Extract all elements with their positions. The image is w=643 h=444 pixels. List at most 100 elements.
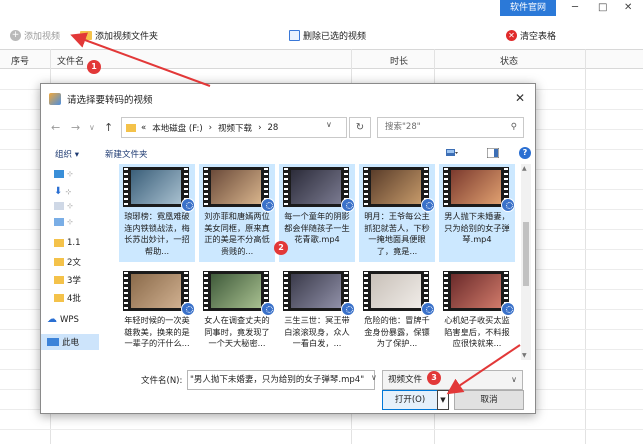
delete-selected-button[interactable]: 删除已选的视频: [289, 29, 366, 42]
filename-dropdown-icon[interactable]: ∨: [371, 373, 377, 382]
folder-icon: [54, 258, 64, 266]
video-file-item[interactable]: 刘亦菲和唐嫣两位美女同框，原来真正的美是不分高低贵贱的...: [199, 164, 275, 262]
nav-quick-pictures[interactable]: ⊹: [54, 218, 73, 226]
title-bar: 软件官网 ─ □ ✕: [0, 0, 643, 20]
address-dropdown-icon[interactable]: ∨: [326, 120, 332, 129]
recent-dropdown-icon[interactable]: ∨: [89, 123, 95, 132]
video-file-item[interactable]: 心机妃子收买太监陷害皇后，不料报应很快就来...: [439, 268, 515, 360]
video-frame: [451, 170, 501, 204]
video-file-name: 年轻时候的一次英雄救美，换来的是一辈子的汗什么...: [124, 315, 190, 348]
scroll-thumb[interactable]: [523, 222, 529, 286]
video-frame: [131, 274, 181, 308]
scroll-down-icon[interactable]: ▼: [522, 352, 527, 359]
clear-icon: ✕: [506, 30, 517, 41]
media-player-icon: [341, 198, 355, 212]
organize-menu[interactable]: 组织 ▾: [55, 148, 79, 160]
nav-quick-desktop[interactable]: ⊹: [54, 170, 73, 178]
film-strip: [204, 272, 208, 310]
filename-row: 文件名(N): "男人抛下未婚妻，只为给别的女子弹琴.mp4" ∨ 视频文件 ∨: [41, 370, 535, 390]
video-file-item[interactable]: 年轻时候的一次英雄救美，换来的是一辈子的汗什么...: [119, 268, 195, 360]
nav-folder[interactable]: 4批: [54, 292, 81, 304]
computer-icon: [47, 338, 59, 346]
film-strip: [444, 168, 448, 206]
view-options-icon[interactable]: [446, 148, 458, 158]
video-file-item[interactable]: 男人抛下未婚妻，只为给别的女子弹琴.mp4: [439, 164, 515, 262]
nav-folder[interactable]: 3学: [54, 274, 81, 286]
breadcrumb-folder[interactable]: 视频下载: [218, 122, 252, 134]
nav-quick-downloads[interactable]: ⬇ ⊹: [54, 186, 71, 197]
clear-table-button[interactable]: ✕ 清空表格: [506, 29, 556, 42]
video-thumbnail: [443, 167, 515, 212]
navigation-pane: ⊹ ⬇ ⊹ ⊹ ⊹ 1.1 2文 3学 4批 ☁ WPS 此电: [41, 164, 99, 350]
video-file-item[interactable]: 明月：王爷每公主抓犯就苦人，下秒一掩地面具便眼了，竟是...: [359, 164, 435, 262]
video-file-item[interactable]: 琅琊榜：霓凰难破连内铁锁战法，梅长苏出妙计，一招帮助...: [119, 164, 195, 262]
forward-arrow-icon[interactable]: →: [71, 121, 80, 134]
minimize-button[interactable]: ─: [572, 2, 578, 13]
dialog-title: 请选择要转码的视频: [67, 95, 153, 106]
desktop-icon: [54, 170, 64, 178]
official-site-link[interactable]: 软件官网: [500, 0, 556, 16]
back-arrow-icon[interactable]: ←: [51, 121, 60, 134]
command-bar: 组织 ▾ 新建文件夹 ?: [41, 145, 535, 163]
chevron-down-icon: ∨: [511, 375, 517, 384]
nav-folder-label: 1.1: [67, 238, 81, 248]
address-bar[interactable]: « 本地磁盘 (F:) › 视频下载 › 28: [121, 117, 347, 138]
breadcrumb-drive[interactable]: 本地磁盘 (F:): [152, 122, 202, 134]
film-strip: [364, 168, 368, 206]
filetype-select[interactable]: 视频文件 ∨: [382, 370, 523, 390]
nav-wps-cloud[interactable]: ☁ WPS: [47, 314, 79, 325]
video-file-item[interactable]: 女人在调查丈夫的同事时，竟发现了一个天大秘密...: [199, 268, 275, 360]
add-folder-button[interactable]: 添加视频文件夹: [80, 29, 158, 42]
video-file-item[interactable]: 三生三世：冥王带白滚滚现身，众人一看白发，...: [279, 268, 355, 360]
film-strip: [284, 272, 288, 310]
dialog-close-button[interactable]: ✕: [515, 91, 525, 105]
media-player-icon: [421, 302, 435, 316]
video-thumbnail: [443, 271, 515, 316]
media-player-icon: [501, 302, 515, 316]
nav-folder[interactable]: 1.1: [54, 238, 81, 248]
add-folder-label: 添加视频文件夹: [95, 32, 159, 42]
close-button[interactable]: ✕: [624, 2, 632, 13]
cloud-icon: ☁: [47, 314, 57, 325]
video-file-item[interactable]: 每一个童年的阴影都会伴随孩子一生花青歌.mp4: [279, 164, 355, 262]
folder-icon: [54, 239, 64, 247]
maximize-button[interactable]: □: [598, 2, 607, 13]
nav-this-pc[interactable]: 此电: [47, 336, 79, 348]
open-dropdown-button[interactable]: ▼: [437, 390, 449, 410]
video-thumbnail: [363, 167, 435, 212]
scroll-up-icon[interactable]: ▲: [522, 165, 527, 172]
video-thumbnail: [363, 271, 435, 316]
column-index[interactable]: 序号: [11, 54, 29, 67]
video-frame: [291, 170, 341, 204]
media-player-icon: [341, 302, 355, 316]
column-filename[interactable]: 文件名: [57, 54, 84, 67]
new-folder-button[interactable]: 新建文件夹: [105, 148, 148, 160]
nav-this-pc-label: 此电: [62, 338, 80, 348]
add-video-button[interactable]: + 添加视频: [10, 29, 60, 42]
breadcrumb-separator: ›: [258, 122, 262, 133]
video-frame: [291, 274, 341, 308]
cancel-button[interactable]: 取消: [454, 390, 524, 410]
file-list: 琅琊榜：霓凰难破连内铁锁战法，梅长苏出妙计，一招帮助... 刘亦菲和唐嫣两位美女同…: [119, 164, 515, 360]
column-duration[interactable]: 时长: [390, 54, 408, 67]
filename-input[interactable]: "男人抛下未婚妻，只为给别的女子弹琴.mp4": [187, 370, 375, 390]
search-input[interactable]: 搜索"28" ⚲: [377, 117, 524, 138]
breadcrumb-current[interactable]: 28: [267, 123, 278, 133]
nav-quick-documents[interactable]: ⊹: [54, 202, 73, 210]
video-file-name: 刘亦菲和唐嫣两位美女同框，原来真正的美是不分高低贵贱的...: [204, 211, 270, 256]
video-file-item[interactable]: 危险的他：冒牌千金身份暴露，保镖为了保护...: [359, 268, 435, 360]
pin-icon: ⊹: [65, 187, 72, 196]
file-list-scrollbar[interactable]: ▲ ▼: [521, 164, 531, 360]
help-icon[interactable]: ?: [519, 147, 531, 159]
video-frame: [211, 170, 261, 204]
table-row-divider: [0, 429, 643, 430]
address-row: ← → ∨ ↑ « 本地磁盘 (F:) › 视频下载 › 28 ∨ ↻ 搜索"2…: [41, 117, 535, 139]
video-file-name: 三生三世：冥王带白滚滚现身，众人一看白发，...: [284, 315, 350, 348]
column-status[interactable]: 状态: [500, 54, 518, 67]
refresh-button[interactable]: ↻: [349, 117, 371, 138]
preview-pane-icon[interactable]: [487, 148, 499, 158]
open-button[interactable]: 打开(O): [382, 390, 438, 410]
video-thumbnail: [203, 167, 275, 212]
up-arrow-icon[interactable]: ↑: [104, 121, 113, 134]
nav-folder[interactable]: 2文: [54, 256, 81, 268]
